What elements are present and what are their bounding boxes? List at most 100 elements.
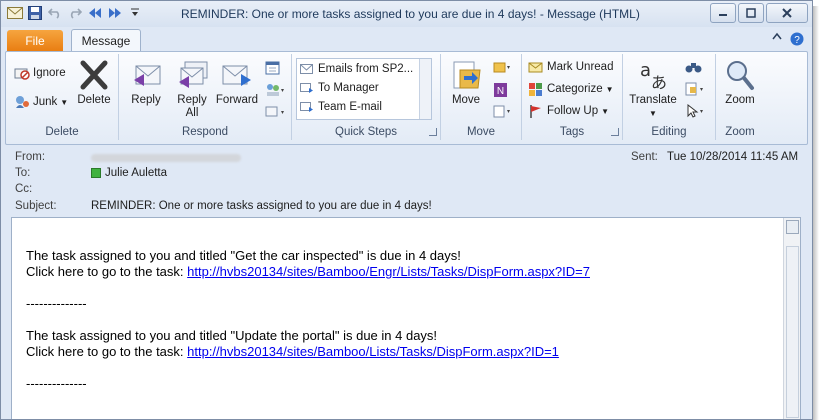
translate-button[interactable]: aあ Translate ▼ [627, 58, 679, 120]
window-controls [710, 3, 808, 23]
quick-step-team-email[interactable]: Team E-mail [297, 97, 431, 116]
help-icon[interactable]: ? [790, 32, 804, 46]
to-label: To: [15, 167, 31, 179]
svg-text:?: ? [794, 35, 800, 46]
quick-step-emails-from-sp2[interactable]: Emails from SP2... [297, 59, 431, 78]
ignore-button[interactable]: Ignore [14, 66, 66, 80]
forward-icon [222, 65, 251, 86]
subject-label: Subject: [15, 200, 57, 212]
title-bar: REMINDER: One or more tasks assigned to … [1, 1, 812, 27]
maximize-button[interactable] [738, 3, 764, 23]
rules-button[interactable] [493, 60, 511, 74]
minimize-ribbon-icon[interactable] [772, 32, 782, 40]
body-scrollbar[interactable] [783, 218, 800, 419]
redo-icon[interactable] [67, 5, 83, 21]
subject-value: REMINDER: One or more tasks assigned to … [91, 200, 432, 212]
categorize-icon [529, 83, 542, 96]
minimize-icon [719, 14, 727, 16]
instant-message-icon [267, 84, 284, 96]
reply-all-icon [179, 61, 208, 88]
task2-link[interactable]: http://hvbs20134/sites/Bamboo/Lists/Task… [187, 344, 559, 359]
quick-access-toolbar [7, 5, 143, 21]
task1-line: The task assigned to you and titled "Get… [26, 248, 461, 263]
categorize-button[interactable]: Categorize ▼ [528, 82, 614, 96]
chevron-down-icon: ▼ [605, 84, 614, 94]
dialog-launcher-icon[interactable] [429, 128, 437, 136]
dialog-launcher-icon[interactable] [611, 128, 619, 136]
from-value[interactable] [91, 153, 241, 165]
scroll-up-arrow-icon[interactable] [786, 220, 799, 234]
undo-icon[interactable] [47, 5, 63, 21]
minimize-button[interactable] [710, 3, 736, 23]
tab-file[interactable]: File [7, 30, 63, 51]
chevron-down-icon: ▼ [649, 109, 657, 118]
task2-click-line: Click here to go to the task: http://hvb… [26, 344, 559, 359]
chevron-down-icon: ▼ [60, 97, 69, 107]
delete-button[interactable]: Delete [74, 58, 114, 107]
select-button[interactable] [685, 104, 705, 118]
rules-icon [493, 62, 510, 73]
respond-group-label: Respond [181, 126, 229, 138]
ribbon-tab-row: File Message ? [1, 27, 812, 52]
related-icon [685, 82, 703, 96]
task2-line: The task assigned to you and titled "Upd… [26, 328, 438, 343]
customize-toolbar-icon[interactable] [127, 5, 143, 21]
calendar-icon [265, 61, 280, 75]
message-body[interactable]: The task assigned to you and titled "Get… [11, 217, 801, 419]
find-button[interactable] [685, 60, 703, 74]
outlook-message-window: REMINDER: One or more tasks assigned to … [0, 0, 813, 420]
envelope-icon[interactable] [7, 5, 23, 21]
quick-steps-group: Emails from SP2... To Manager Team E-mai… [292, 54, 441, 140]
delete-group-label: Delete [45, 126, 79, 138]
onenote-icon: N [494, 83, 507, 97]
forward-mail-icon [300, 82, 313, 93]
message-body-text: The task assigned to you and titled "Get… [26, 248, 590, 392]
quick-steps-gallery: Emails from SP2... To Manager Team E-mai… [296, 58, 432, 120]
task1-link[interactable]: http://hvbs20134/sites/Bamboo/Engr/Lists… [187, 264, 590, 279]
separator-2: -------------- [26, 376, 87, 391]
onenote-button[interactable]: N [493, 82, 509, 98]
editing-group-label: Editing [651, 126, 687, 138]
zoom-group: Zoom Zoom [716, 54, 764, 140]
mark-unread-icon [528, 62, 543, 73]
move-folder-icon [453, 61, 481, 89]
tab-message[interactable]: Message [71, 29, 141, 52]
reply-button[interactable]: Reply [123, 58, 169, 107]
mark-unread-button[interactable]: Mark Unread [528, 60, 613, 74]
scrollbar-track[interactable] [786, 246, 799, 418]
reply-icon [134, 65, 161, 86]
follow-up-button[interactable]: Follow Up ▼ [528, 104, 609, 118]
close-button[interactable] [766, 3, 808, 23]
delete-x-icon [80, 60, 108, 90]
cc-label: Cc: [15, 183, 33, 195]
ribbon-controls: ? [772, 32, 804, 46]
related-button[interactable] [685, 82, 705, 96]
zoom-button[interactable]: Zoom [720, 58, 760, 107]
next-item-icon[interactable] [107, 5, 123, 21]
im-button[interactable] [265, 82, 285, 98]
more-icon [265, 106, 284, 117]
envelope-icon [300, 63, 313, 74]
from-label: From: [15, 151, 46, 163]
quick-steps-scrollbar[interactable] [419, 59, 431, 119]
previous-item-icon[interactable] [87, 5, 103, 21]
actions-button[interactable] [493, 104, 511, 118]
svg-text:a: a [640, 60, 651, 81]
message-header: From: To: Julie Auletta Cc: Subject: REM… [5, 145, 808, 215]
more-respond-button[interactable] [265, 104, 285, 120]
quick-step-to-manager[interactable]: To Manager [297, 78, 431, 97]
translate-icon: aあ [640, 60, 667, 92]
to-value[interactable]: Julie Auletta [91, 167, 167, 179]
quick-steps-group-label: Quick Steps [335, 126, 397, 138]
move-button[interactable]: Move [447, 58, 485, 107]
ignore-icon [14, 68, 30, 80]
move-group: Move N Move [441, 54, 522, 140]
reply-all-button[interactable]: Reply All [169, 58, 215, 120]
meeting-button[interactable] [265, 60, 281, 76]
magnifier-icon [727, 61, 754, 90]
junk-button[interactable]: Junk ▼ [14, 94, 68, 110]
delete-group: Ignore Junk ▼ Delete Delete [6, 54, 119, 140]
close-icon [782, 8, 792, 18]
save-icon[interactable] [27, 5, 43, 21]
forward-button[interactable]: Forward [213, 58, 261, 107]
